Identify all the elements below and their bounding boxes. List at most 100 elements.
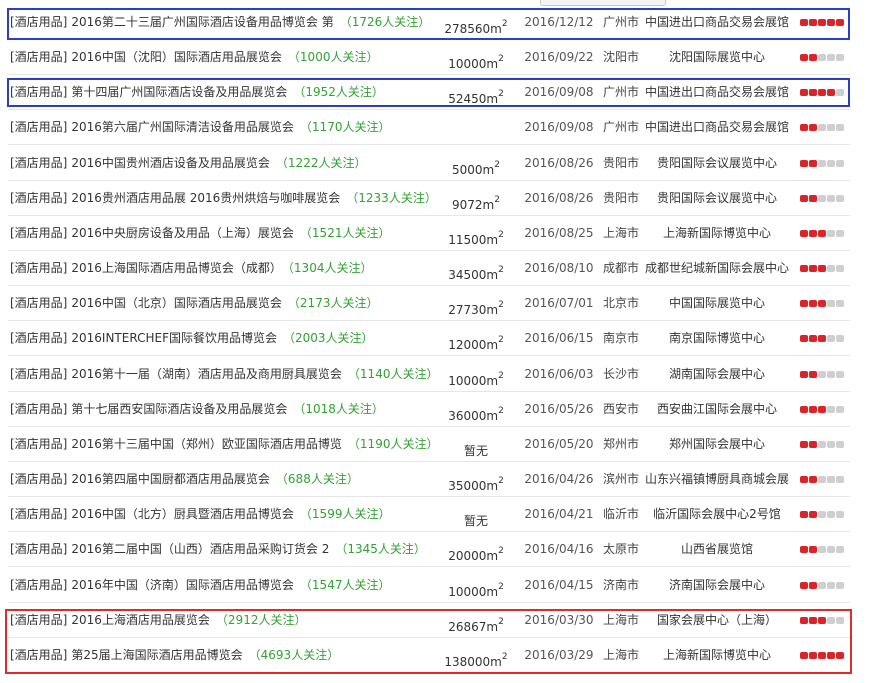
attention-count: （1547人关注） bbox=[299, 577, 391, 592]
category-link[interactable]: [酒店用品] bbox=[10, 613, 67, 627]
exhibition-name-link[interactable]: 2016年中国（济南）国际酒店用品博览会 bbox=[71, 578, 294, 592]
star-empty-icon bbox=[827, 616, 835, 624]
exhibition-name-link[interactable]: 2016中国贵州酒店设备及用品展览会 bbox=[71, 156, 270, 170]
city-cell: 广州市 bbox=[602, 85, 639, 100]
star-filled-icon bbox=[800, 476, 808, 484]
star-filled-icon bbox=[818, 405, 826, 413]
venue-link[interactable]: 中国国际展览中心 bbox=[644, 287, 790, 320]
exhibition-name-link[interactable]: 第25届上海国际酒店用品博览会 bbox=[71, 648, 242, 662]
exhibition-name-link[interactable]: 2016第二十三届广州国际酒店设备用品博览会 第 bbox=[71, 15, 333, 29]
category-link[interactable]: [酒店用品] bbox=[10, 472, 67, 486]
venue-link[interactable]: 南京国际博览中心 bbox=[644, 322, 790, 355]
venue-link[interactable]: 山西省展览馆 bbox=[644, 533, 790, 566]
area-cell: 138000m2 bbox=[444, 639, 508, 682]
category-link[interactable]: [酒店用品] bbox=[10, 50, 67, 64]
star-filled-icon bbox=[809, 159, 817, 167]
rating-cell bbox=[800, 76, 848, 109]
venue-link[interactable]: 沈阳国际展览中心 bbox=[644, 41, 790, 74]
table-row: [酒店用品] 2016中国（沈阳）国际酒店用品展览会 （1000人关注） 10000m… bbox=[8, 41, 850, 76]
category-link[interactable]: [酒店用品] bbox=[10, 402, 67, 416]
exhibition-name-link[interactable]: 2016第四届中国厨都酒店用品展览会 bbox=[71, 472, 270, 486]
exhibition-name-link[interactable]: 2016第六届广州国际清洁设备用品展览会 bbox=[71, 120, 294, 134]
category-link[interactable]: [酒店用品] bbox=[10, 331, 67, 345]
city-cell: 贵阳市 bbox=[602, 190, 639, 205]
venue-link[interactable]: 西安曲江国际会展中心 bbox=[644, 393, 790, 426]
exhibition-name-link[interactable]: 第十四届广州国际酒店设备及用品展览会 bbox=[71, 85, 287, 99]
exhibition-title-cell: [酒店用品] 2016INTERCHEF国际餐饮用品博览会 （2003人关注） bbox=[10, 322, 438, 355]
venue-link[interactable]: 国家会展中心（上海） bbox=[644, 604, 790, 637]
rating-stars bbox=[800, 41, 845, 74]
star-empty-icon bbox=[836, 511, 844, 519]
venue-link[interactable]: 中国进出口商品交易会展馆 bbox=[644, 111, 790, 144]
exhibition-name-link[interactable]: 2016第十一届（湖南）酒店用品及商用厨具展览会 bbox=[71, 367, 342, 381]
exhibition-name-link[interactable]: 2016第二届中国（山西）酒店用品采购订货会 2 bbox=[71, 542, 329, 556]
exhibition-name-link[interactable]: 2016中国（北京）国际酒店用品展览会 bbox=[71, 296, 282, 310]
exhibition-title-cell: [酒店用品] 2016第二十三届广州国际酒店设备用品博览会 第 （1726人关注） bbox=[10, 6, 438, 39]
category-link[interactable]: [酒店用品] bbox=[10, 120, 67, 134]
category-link[interactable]: [酒店用品] bbox=[10, 578, 67, 592]
rating-cell bbox=[800, 428, 848, 461]
category-link[interactable]: [酒店用品] bbox=[10, 156, 67, 170]
category-link[interactable]: [酒店用品] bbox=[10, 226, 67, 240]
date-cell: 2016/09/08 bbox=[524, 85, 594, 100]
star-empty-icon bbox=[818, 511, 826, 519]
exhibition-name-link[interactable]: 2016上海酒店用品展览会 bbox=[71, 613, 210, 627]
exhibition-name-link[interactable]: 第十七届西安国际酒店设备及用品展览会 bbox=[71, 402, 287, 416]
venue-link[interactable]: 贵阳国际会议展览中心 bbox=[644, 147, 790, 180]
date-cell: 2016/04/16 bbox=[524, 542, 594, 557]
star-filled-icon bbox=[809, 546, 817, 554]
category-link[interactable]: [酒店用品] bbox=[10, 507, 67, 521]
star-filled-icon bbox=[800, 124, 808, 132]
date-cell: 2016/08/26 bbox=[524, 155, 594, 170]
category-link[interactable]: [酒店用品] bbox=[10, 191, 67, 205]
exhibition-name-link[interactable]: 2016贵州酒店用品展 2016贵州烘焙与咖啡展览会 bbox=[71, 191, 340, 205]
venue-link[interactable]: 湖南国际会展中心 bbox=[644, 358, 790, 391]
city-cell: 太原市 bbox=[602, 542, 639, 557]
rating-stars bbox=[800, 182, 845, 215]
area-unit-superscript: 2 bbox=[494, 194, 500, 205]
star-empty-icon bbox=[827, 265, 835, 273]
area-value: 34500m bbox=[448, 268, 499, 283]
venue-link[interactable]: 临沂国际会展中心2号馆 bbox=[644, 498, 790, 531]
category-link[interactable]: [酒店用品] bbox=[10, 261, 67, 275]
star-empty-icon bbox=[827, 335, 835, 343]
venue-link[interactable]: 上海新国际博览中心 bbox=[644, 639, 790, 672]
category-link[interactable]: [酒店用品] bbox=[10, 296, 67, 310]
exhibition-title-cell: [酒店用品] 2016第十一届（湖南）酒店用品及商用厨具展览会 （1140人关注） bbox=[10, 358, 438, 391]
star-filled-icon bbox=[800, 511, 808, 519]
exhibition-name-link[interactable]: 2016中国（沈阳）国际酒店用品展览会 bbox=[71, 50, 282, 64]
venue-link[interactable]: 济南国际会展中心 bbox=[644, 569, 790, 602]
star-filled-icon bbox=[809, 476, 817, 484]
venue-link[interactable]: 成都世纪城新国际会展中心 bbox=[644, 252, 790, 285]
venue-link[interactable]: 中国进出口商品交易会展馆 bbox=[644, 6, 790, 39]
venue-link[interactable]: 山东兴福镇博厨具商城会展 bbox=[644, 463, 790, 496]
venue-link[interactable]: 中国进出口商品交易会展馆 bbox=[644, 76, 790, 109]
date-cell: 2016/03/30 bbox=[524, 612, 594, 627]
area-unit-superscript: 2 bbox=[498, 405, 504, 416]
city-cell: 北京市 bbox=[602, 296, 639, 311]
exhibition-name-link[interactable]: 2016中央厨房设备及用品（上海）展览会 bbox=[71, 226, 294, 240]
rating-stars bbox=[800, 463, 845, 496]
exhibition-name-link[interactable]: 2016上海国际酒店用品博览会（成都） bbox=[71, 261, 282, 275]
rating-cell bbox=[800, 639, 848, 672]
venue-link[interactable]: 上海新国际博览中心 bbox=[644, 217, 790, 250]
exhibition-name-link[interactable]: 2016INTERCHEF国际餐饮用品博览会 bbox=[71, 331, 277, 345]
exhibition-name-link[interactable]: 2016中国（北方）厨具暨酒店用品博览会 bbox=[71, 507, 294, 521]
category-link[interactable]: [酒店用品] bbox=[10, 367, 67, 381]
star-empty-icon bbox=[827, 440, 835, 448]
star-empty-icon bbox=[827, 405, 835, 413]
star-filled-icon bbox=[827, 19, 835, 26]
area-unit-superscript: 2 bbox=[498, 335, 504, 346]
venue-link[interactable]: 贵阳国际会议展览中心 bbox=[644, 182, 790, 215]
attention-count: （4693人关注） bbox=[248, 647, 340, 662]
category-link[interactable]: [酒店用品] bbox=[10, 542, 67, 556]
category-link[interactable]: [酒店用品] bbox=[10, 437, 67, 451]
rating-cell bbox=[800, 358, 848, 391]
category-link[interactable]: [酒店用品] bbox=[10, 15, 67, 29]
exhibition-name-link[interactable]: 2016第十三届中国（郑州）欧亚国际酒店用品博览 bbox=[71, 437, 342, 451]
category-link[interactable]: [酒店用品] bbox=[10, 648, 67, 662]
category-link[interactable]: [酒店用品] bbox=[10, 85, 67, 99]
venue-link[interactable]: 郑州国际会展中心 bbox=[644, 428, 790, 461]
attention-count: （1170人关注） bbox=[299, 120, 391, 135]
star-empty-icon bbox=[818, 546, 826, 554]
